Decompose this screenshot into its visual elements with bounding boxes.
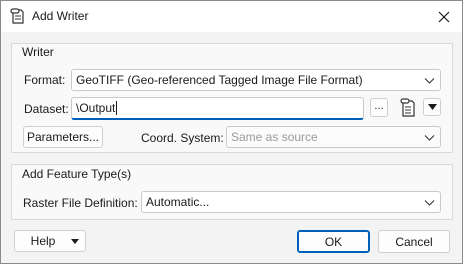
format-dropdown[interactable]: GeoTIFF (Geo-referenced Tagged Image Fil… <box>71 69 441 91</box>
chevron-down-icon <box>424 78 435 84</box>
ok-button[interactable]: OK <box>297 230 370 253</box>
chevron-down-icon <box>424 135 435 141</box>
dataset-options-button[interactable] <box>396 97 418 119</box>
chevron-down-icon <box>424 200 435 206</box>
document-list-icon <box>400 98 415 117</box>
browse-button[interactable]: ... <box>370 98 388 117</box>
coord-system-label: Coord. System: <box>141 131 224 145</box>
add-writer-dialog: Add Writer Writer Format: GeoTIFF (Geo-r… <box>0 0 463 264</box>
format-value: GeoTIFF (Geo-referenced Tagged Image Fil… <box>76 73 363 87</box>
dialog-title: Add Writer <box>32 9 89 23</box>
close-button[interactable] <box>433 6 455 28</box>
writer-group-title: Writer <box>22 45 54 59</box>
help-button[interactable]: Help <box>14 230 86 252</box>
dataset-input[interactable]: \Output <box>71 97 364 120</box>
triangle-down-icon <box>427 104 437 110</box>
raster-definition-label: Raster File Definition: <box>23 196 138 210</box>
text-caret <box>116 101 118 115</box>
triangle-down-icon <box>71 239 79 244</box>
dataset-label: Dataset: <box>24 102 69 116</box>
coord-system-dropdown[interactable]: Same as source <box>226 126 441 148</box>
dataset-value: \Output <box>76 101 116 115</box>
parameters-button[interactable]: Parameters... <box>23 126 103 148</box>
dataset-menu-button[interactable] <box>423 98 441 116</box>
close-icon <box>438 11 450 23</box>
raster-definition-value: Automatic... <box>146 195 210 209</box>
cancel-button[interactable]: Cancel <box>378 230 450 253</box>
raster-definition-dropdown[interactable]: Automatic... <box>141 191 441 213</box>
format-label: Format: <box>24 73 66 87</box>
writer-document-icon <box>9 8 25 25</box>
feature-type-group-title: Add Feature Type(s) <box>22 167 132 181</box>
coord-system-value: Same as source <box>231 130 318 144</box>
help-label: Help <box>30 234 56 248</box>
title-bar: Add Writer <box>1 1 462 32</box>
